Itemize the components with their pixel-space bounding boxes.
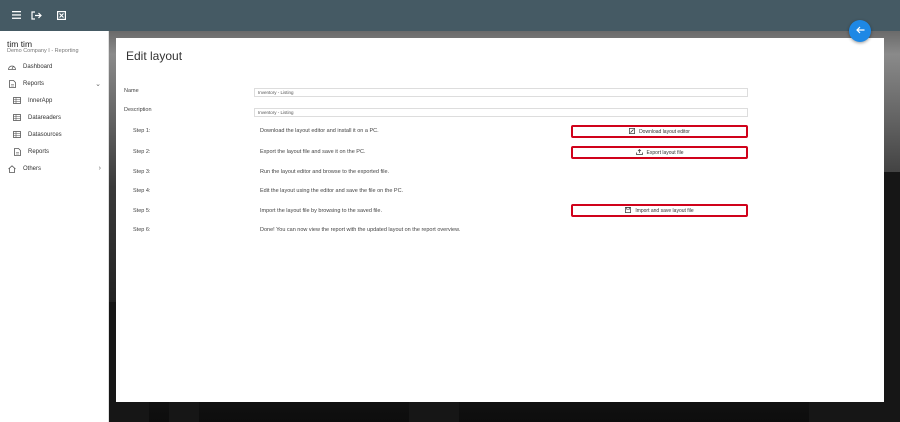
step-3-text: Run the layout editor and browse to the …: [260, 169, 390, 175]
sidebar-item-label: Reports: [28, 148, 50, 155]
sidebar-item-label: Dashboard: [23, 63, 53, 70]
table-icon: [12, 113, 22, 123]
sidebar-item-label: Datasources: [28, 131, 62, 138]
step-4-text: Edit the layout using the editor and sav…: [260, 188, 404, 194]
step-1-text: Download the layout editor and install i…: [260, 128, 379, 134]
step-3-label: Step 3:: [133, 169, 151, 175]
sidebar-item-dashboard[interactable]: Dashboard: [0, 58, 108, 75]
dashboard-icon: [7, 62, 17, 72]
sidebar-item-others[interactable]: Others ›: [0, 160, 108, 177]
name-label: Name: [124, 88, 139, 94]
description-field[interactable]: Inventory - Listing: [254, 108, 748, 117]
description-label: Description: [124, 107, 152, 113]
sidebar: tim tim Demo Company I - Reporting Dashb…: [0, 31, 109, 422]
sidebar-item-label: Reports: [23, 80, 45, 87]
button-label: Import and save layout file: [635, 207, 694, 214]
close-box-icon[interactable]: [54, 8, 68, 22]
save-icon: [625, 206, 632, 215]
house-icon: [7, 164, 17, 174]
step-5-label: Step 5:: [133, 208, 151, 214]
step-2-text: Export the layout file and save it on th…: [260, 149, 366, 155]
download-layout-editor-button[interactable]: Download layout editor: [571, 125, 748, 138]
page-title: Edit layout: [126, 49, 183, 63]
chevron-down-icon: ⌄: [95, 80, 101, 88]
sidebar-item-innerapp[interactable]: InnerApp: [0, 92, 108, 109]
chevron-right-icon: ›: [98, 165, 101, 172]
step-6-label: Step 6:: [133, 227, 151, 233]
edit-icon: [629, 127, 636, 136]
top-bar: [0, 0, 900, 31]
name-field[interactable]: Inventory - Listing: [254, 88, 748, 97]
edit-layout-card: Edit layout Name Inventory - Listing Des…: [116, 38, 884, 402]
user-company: Demo Company I - Reporting: [7, 48, 79, 54]
import-save-layout-file-button[interactable]: Import and save layout file: [571, 204, 748, 217]
step-1-label: Step 1:: [133, 128, 151, 134]
sidebar-item-datareaders[interactable]: Datareaders: [0, 109, 108, 126]
sidebar-item-reports[interactable]: Reports: [0, 143, 108, 160]
button-label: Export layout file: [646, 149, 684, 156]
document-icon: [7, 79, 17, 89]
sidebar-item-label: Others: [23, 165, 42, 172]
table-icon: [12, 96, 22, 106]
menu-icon[interactable]: [9, 8, 23, 22]
sidebar-item-datasources[interactable]: Datasources: [0, 126, 108, 143]
step-2-label: Step 2:: [133, 149, 151, 155]
table-icon: [12, 130, 22, 140]
step-5-text: Import the layout file by browsing to th…: [260, 208, 382, 214]
logout-icon[interactable]: [29, 8, 43, 22]
step-4-label: Step 4:: [133, 188, 151, 194]
button-label: Download layout editor: [639, 128, 690, 135]
sidebar-item-reports-group[interactable]: Reports ⌄: [0, 75, 108, 92]
document-icon: [12, 147, 22, 157]
step-6-text: Done! You can now view the report with t…: [260, 227, 461, 233]
sidebar-item-label: Datareaders: [28, 114, 62, 121]
sidebar-item-label: InnerApp: [28, 97, 53, 104]
back-button[interactable]: [849, 20, 871, 42]
export-icon: [635, 148, 643, 157]
arrow-left-icon: [855, 26, 865, 37]
export-layout-file-button[interactable]: Export layout file: [571, 146, 748, 159]
